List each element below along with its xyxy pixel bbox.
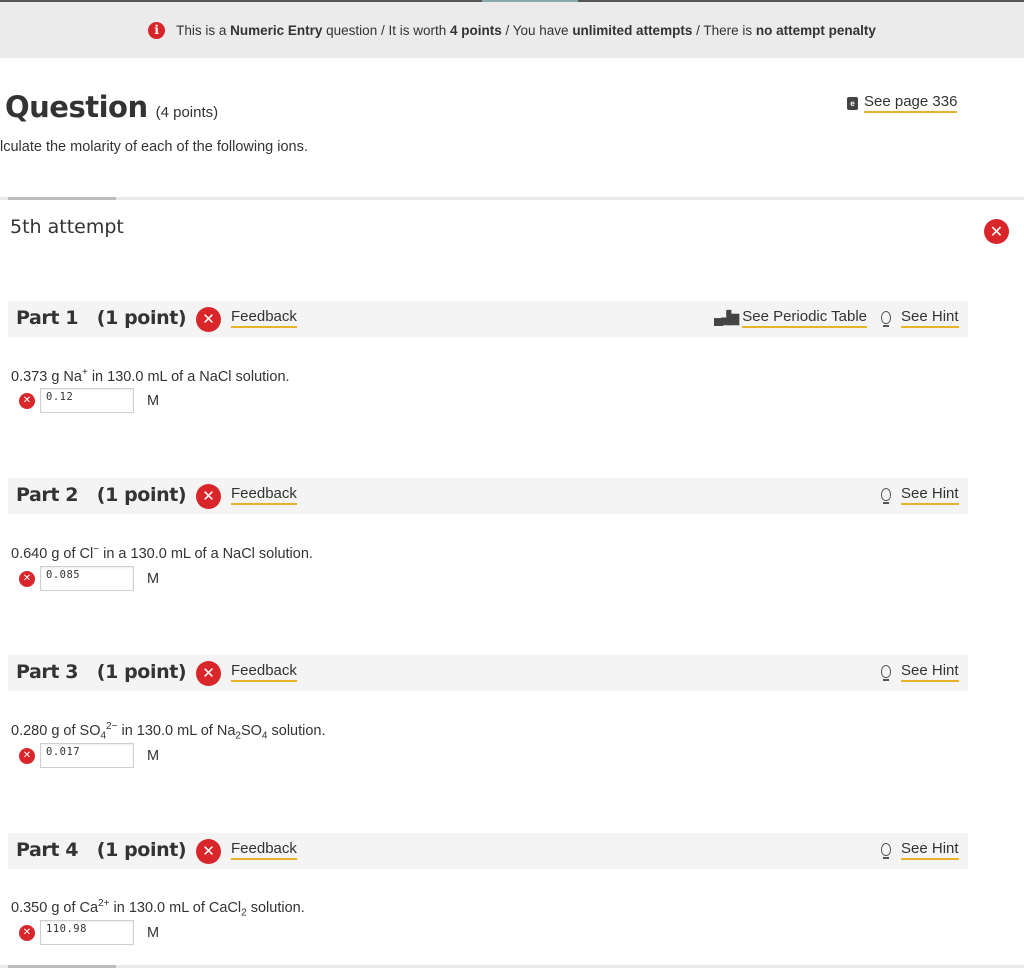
bottom-divider [0, 965, 1024, 968]
part-3-answer-input[interactable]: 0.017 [40, 743, 134, 768]
incorrect-icon: ✕ [984, 219, 1009, 244]
part-2-answer-row: ✕ 0.085 M [19, 566, 159, 591]
part-3-see-hint-label[interactable]: See Hint [901, 662, 959, 682]
banner-text-1: question / It is worth [322, 22, 450, 38]
lightbulb-icon [881, 310, 891, 327]
part-2-see-hint-link[interactable]: See Hint [881, 485, 959, 505]
question-points: (4 points) [155, 104, 219, 121]
info-icon: i [148, 21, 166, 39]
part-4-answer-incorrect-icon: ✕ [19, 924, 35, 941]
see-page-link[interactable]: e See page 336 [847, 93, 958, 113]
part-3-unit: M [147, 747, 160, 764]
part-4-feedback-link[interactable]: Feedback [231, 840, 297, 860]
part-2-feedback-link[interactable]: Feedback [231, 485, 297, 505]
banner-points: 4 points [449, 22, 502, 38]
part-2-see-hint-label[interactable]: See Hint [901, 485, 959, 505]
ebook-icon: e [847, 96, 858, 110]
banner-question-type: Numeric Entry [230, 22, 323, 38]
lightbulb-icon [881, 664, 891, 681]
part-2-answer-input[interactable]: 0.085 [40, 566, 134, 591]
part-3-prompt: 0.280 g of SO42− in 130.0 mL of Na2SO4 s… [11, 721, 326, 742]
part-2-prompt: 0.640 g of Cl− in a 130.0 mL of a NaCl s… [11, 544, 313, 562]
question-info-banner: i This is a Numeric Entry question / It … [0, 2, 1024, 58]
lightbulb-icon [881, 842, 891, 859]
part-3-answer-incorrect-icon: ✕ [19, 747, 35, 764]
lightbulb-icon [881, 487, 891, 504]
part-3-header: Part 3 (1 point) ✕ Feedback See Hint [8, 655, 968, 691]
part-1-prompt: 0.373 g Na+ in 130.0 mL of a NaCl soluti… [11, 367, 290, 385]
part-3-feedback-link[interactable]: Feedback [231, 662, 297, 682]
question-title: Question (4 points) [5, 90, 218, 124]
part-1-title: Part 1 (1 point) [16, 307, 187, 329]
part-4-incorrect-icon: ✕ [196, 839, 221, 864]
part-2-unit: M [147, 570, 160, 587]
periodic-table-icon: ▄▟▆ [714, 310, 739, 325]
part-4-see-hint-label[interactable]: See Hint [901, 840, 959, 860]
banner-text: This is a Numeric Entry question / It is… [176, 23, 876, 38]
part-4-title: Part 4 (1 point) [16, 839, 187, 861]
banner-prefix: This is a [176, 22, 231, 38]
part-1-unit: M [147, 392, 160, 409]
part-1-header: Part 1 (1 point) ✕ Feedback ▄▟▆ See Peri… [8, 301, 968, 337]
banner-text-2: / You have [501, 22, 573, 38]
question-heading: Question [5, 90, 148, 124]
part-1-incorrect-icon: ✕ [196, 307, 221, 332]
part-4-header: Part 4 (1 point) ✕ Feedback See Hint [8, 833, 968, 869]
part-3-title: Part 3 (1 point) [16, 661, 187, 683]
part-2-incorrect-icon: ✕ [196, 484, 221, 509]
see-periodic-table-link[interactable]: ▄▟▆ See Periodic Table [714, 308, 868, 328]
see-periodic-table-label[interactable]: See Periodic Table [742, 308, 868, 328]
part-4-unit: M [147, 924, 160, 941]
part-2-answer-incorrect-icon: ✕ [19, 570, 35, 587]
part-1-feedback-link[interactable]: Feedback [231, 308, 297, 328]
attempt-label: 5th attempt [10, 216, 124, 238]
see-page-label[interactable]: See page 336 [864, 93, 958, 113]
part-4-see-hint-link[interactable]: See Hint [881, 840, 959, 860]
part-2-title: Part 2 (1 point) [16, 484, 187, 506]
attempt-divider [0, 197, 1024, 200]
part-4-answer-row: ✕ 110.98 M [19, 920, 159, 945]
part-1-answer-incorrect-icon: ✕ [19, 392, 35, 409]
part-1-see-hint-link[interactable]: See Hint [881, 308, 959, 328]
banner-text-3: / There is [692, 22, 756, 38]
part-3-answer-row: ✕ 0.017 M [19, 743, 159, 768]
part-2-header: Part 2 (1 point) ✕ Feedback See Hint [8, 478, 968, 514]
part-1-see-hint-label[interactable]: See Hint [901, 308, 959, 328]
banner-attempts: unlimited attempts [572, 22, 693, 38]
part-1-answer-input[interactable]: 0.12 [40, 388, 134, 413]
part-1-answer-row: ✕ 0.12 M [19, 388, 159, 413]
banner-penalty: no attempt penalty [755, 22, 876, 38]
part-4-answer-input[interactable]: 110.98 [40, 920, 134, 945]
part-3-incorrect-icon: ✕ [196, 661, 221, 686]
part-4-prompt: 0.350 g of Ca2+ in 130.0 mL of CaCl2 sol… [11, 898, 305, 919]
part-3-see-hint-link[interactable]: See Hint [881, 662, 959, 682]
question-text: lculate the molarity of each of the foll… [0, 139, 308, 155]
